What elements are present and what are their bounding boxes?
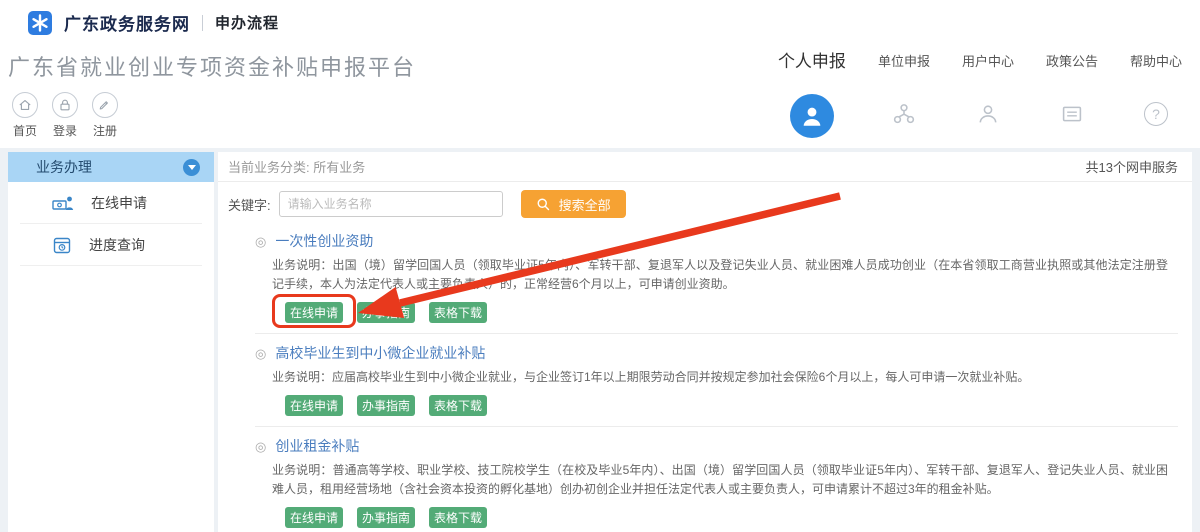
- current-category-label: 当前业务分类: 所有业务: [228, 157, 365, 176]
- register-pen-icon: [97, 97, 113, 113]
- sidebar: 业务办理 在线申请 进度查询: [8, 152, 214, 532]
- topbar: 广东政务服务网 申办流程: [28, 10, 279, 35]
- tab-help-center[interactable]: 帮助中心 ?: [1130, 44, 1182, 138]
- chevron-down-icon: [188, 165, 196, 170]
- service-count-label: 共13个网申服务: [1086, 157, 1178, 176]
- service-item: ◎ 一次性创业资助 业务说明：出国（境）留学回国人员（领取毕业证5年内）、军转干…: [255, 224, 1178, 334]
- guide-button[interactable]: 办事指南: [357, 507, 415, 528]
- guide-button[interactable]: 办事指南: [357, 395, 415, 416]
- quick-link-register[interactable]: 注册: [92, 92, 118, 139]
- search-row: 关键字: 搜索全部: [218, 182, 1192, 224]
- service-description: 业务说明：出国（境）留学回国人员（领取毕业证5年内）、军转干部、复退军人以及登记…: [272, 256, 1168, 294]
- bullet-icon: ◎: [255, 440, 266, 453]
- keyword-label: 关键字:: [228, 195, 271, 214]
- organization-icon: [892, 102, 916, 126]
- collapse-toggle[interactable]: [183, 159, 200, 176]
- tab-user-center[interactable]: 用户中心: [962, 44, 1014, 138]
- announcement-icon: [1060, 102, 1084, 126]
- service-item: ◎ 创业租金补贴 业务说明：普通高等学校、职业学校、技工院校学生（在校及毕业5年…: [255, 427, 1178, 532]
- online-apply-button[interactable]: 在线申请: [285, 395, 343, 416]
- flow-link[interactable]: 申办流程: [215, 12, 279, 33]
- form-download-button[interactable]: 表格下载: [429, 302, 487, 323]
- service-title-link[interactable]: 创业租金补贴: [275, 436, 359, 456]
- service-description: 业务说明：应届高校毕业生到中小微企业就业，与企业签订1年以上期限劳动合同并按规定…: [272, 368, 1168, 387]
- site-logo-icon: [28, 11, 52, 35]
- topbar-divider: [202, 15, 203, 31]
- lock-icon: [57, 97, 73, 113]
- form-download-button[interactable]: 表格下载: [429, 395, 487, 416]
- search-input[interactable]: [279, 191, 503, 217]
- main-panel: 当前业务分类: 所有业务 共13个网申服务 关键字: 搜索全部 ◎: [218, 152, 1192, 532]
- site-name[interactable]: 广东政务服务网: [64, 10, 190, 35]
- service-title-link[interactable]: 一次性创业资助: [275, 231, 373, 251]
- service-item: ◎ 高校毕业生到中小微企业就业补贴 业务说明：应届高校毕业生到中小微企业就业，与…: [255, 334, 1178, 427]
- help-icon: ?: [1144, 102, 1168, 126]
- quick-link-login[interactable]: 登录: [52, 92, 78, 139]
- online-apply-button[interactable]: 在线申请: [285, 507, 343, 528]
- quick-link-home[interactable]: 首页: [12, 92, 38, 139]
- form-download-button[interactable]: 表格下载: [429, 507, 487, 528]
- tab-unit-declare[interactable]: 单位申报: [878, 44, 930, 138]
- sidebar-item-online-apply[interactable]: 在线申请: [20, 182, 202, 224]
- bullet-icon: ◎: [255, 235, 266, 248]
- quick-links: 首页 登录 注册: [12, 92, 132, 139]
- sidebar-item-progress-query[interactable]: 进度查询: [20, 224, 202, 266]
- sidebar-header-business[interactable]: 业务办理: [8, 152, 214, 182]
- online-apply-button[interactable]: 在线申请: [285, 302, 343, 323]
- guide-button[interactable]: 办事指南: [357, 302, 415, 323]
- tab-policy-announcements[interactable]: 政策公告: [1046, 44, 1098, 138]
- bullet-icon: ◎: [255, 347, 266, 360]
- user-outline-icon: [976, 102, 1000, 126]
- person-avatar-icon: [790, 94, 834, 138]
- search-all-button[interactable]: 搜索全部: [521, 190, 626, 218]
- content-area: 业务办理 在线申请 进度查询: [0, 148, 1200, 532]
- progress-query-icon: [52, 235, 72, 255]
- category-bar: 当前业务分类: 所有业务 共13个网申服务: [218, 152, 1192, 182]
- home-icon: [17, 97, 33, 113]
- online-apply-icon: [52, 194, 74, 212]
- search-icon: [536, 197, 551, 212]
- service-title-link[interactable]: 高校毕业生到中小微企业就业补贴: [275, 343, 485, 363]
- tab-personal-declare[interactable]: 个人申报: [778, 44, 846, 140]
- top-nav: 个人申报 单位申报 用户: [746, 44, 1182, 140]
- service-description: 业务说明：普通高等学校、职业学校、技工院校学生（在校及毕业5年内）、出国（境）留…: [272, 461, 1168, 499]
- page-title: 广东省就业创业专项资金补贴申报平台: [8, 50, 416, 82]
- page: 广东政务服务网 申办流程 广东省就业创业专项资金补贴申报平台 个人申报 单位申报: [0, 0, 1200, 532]
